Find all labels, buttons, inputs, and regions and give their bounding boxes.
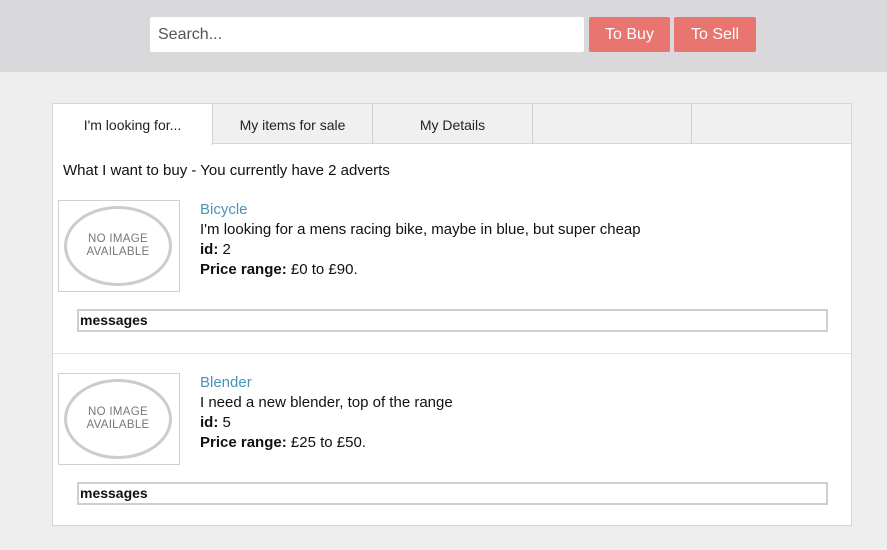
advert-description: I need a new blender, top of the range bbox=[200, 394, 453, 411]
advert-id: id: 2 bbox=[200, 240, 641, 260]
messages-box[interactable]: messages bbox=[77, 482, 828, 505]
advert-price-range: Price range: £0 to £90. bbox=[200, 260, 641, 280]
tab-empty-2[interactable] bbox=[692, 104, 851, 144]
advert-item: NO IMAGE AVAILABLE Bicycle I'm looking f… bbox=[53, 200, 851, 354]
content-panel: I'm looking for... My items for sale My … bbox=[52, 103, 852, 526]
tab-my-details[interactable]: My Details bbox=[373, 104, 533, 144]
advert-info: Bicycle I'm looking for a mens racing bi… bbox=[200, 200, 641, 280]
page-heading: What I want to buy - You currently have … bbox=[63, 162, 390, 179]
tab-looking-for[interactable]: I'm looking for... bbox=[53, 104, 213, 145]
search-input[interactable] bbox=[150, 17, 584, 52]
price-range-label: Price range: bbox=[200, 261, 287, 278]
advert-description: I'm looking for a mens racing bike, mayb… bbox=[200, 221, 641, 238]
no-image-line-2: AVAILABLE bbox=[86, 246, 150, 258]
advert-thumbnail: NO IMAGE AVAILABLE bbox=[58, 200, 180, 292]
advert-thumbnail: NO IMAGE AVAILABLE bbox=[58, 373, 180, 465]
no-image-line-1: NO IMAGE bbox=[88, 406, 148, 418]
tab-empty-1[interactable] bbox=[533, 104, 692, 144]
advert-item: NO IMAGE AVAILABLE Blender I need a new … bbox=[53, 373, 851, 526]
no-image-line-1: NO IMAGE bbox=[88, 233, 148, 245]
to-buy-button[interactable]: To Buy bbox=[589, 17, 670, 52]
tab-bar: I'm looking for... My items for sale My … bbox=[53, 104, 851, 145]
id-value: 5 bbox=[222, 414, 231, 431]
advert-id: id: 5 bbox=[200, 413, 453, 433]
tab-items-for-sale[interactable]: My items for sale bbox=[213, 104, 373, 144]
id-label: id: bbox=[200, 241, 219, 258]
id-value: 2 bbox=[222, 241, 231, 258]
no-image-text: NO IMAGE AVAILABLE bbox=[64, 233, 172, 259]
messages-box[interactable]: messages bbox=[77, 309, 828, 332]
top-bar: To Buy To Sell bbox=[0, 0, 887, 72]
to-sell-button[interactable]: To Sell bbox=[674, 17, 756, 52]
price-range-value: £0 to £90. bbox=[290, 261, 358, 278]
advert-info: Blender I need a new blender, top of the… bbox=[200, 373, 453, 453]
id-label: id: bbox=[200, 414, 219, 431]
no-image-text: NO IMAGE AVAILABLE bbox=[64, 406, 172, 432]
price-range-label: Price range: bbox=[200, 434, 287, 451]
advert-title-link[interactable]: Bicycle bbox=[200, 200, 641, 220]
no-image-line-2: AVAILABLE bbox=[86, 419, 150, 431]
advert-price-range: Price range: £25 to £50. bbox=[200, 433, 453, 453]
price-range-value: £25 to £50. bbox=[290, 434, 366, 451]
advert-title-link[interactable]: Blender bbox=[200, 373, 453, 393]
